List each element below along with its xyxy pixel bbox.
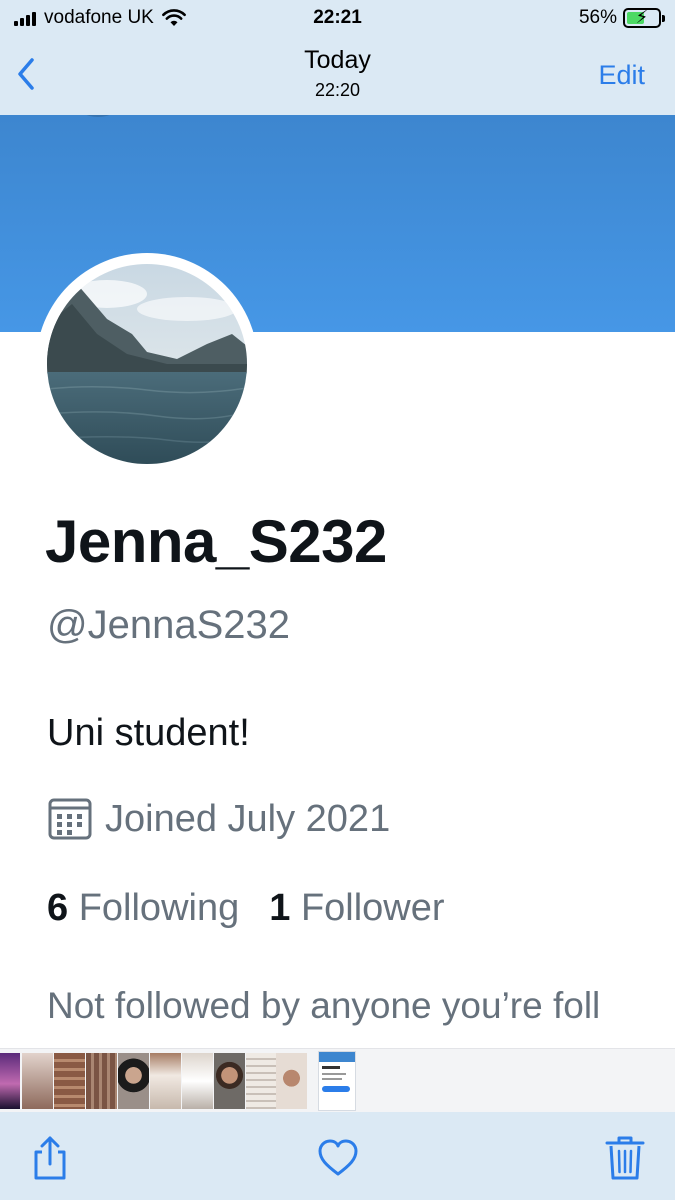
- following-count: 6: [47, 887, 69, 929]
- following-link[interactable]: 6 Following: [47, 887, 239, 930]
- not-followed-note: Not followed by anyone you’re foll: [47, 985, 601, 1026]
- profile-bio: Uni student!: [47, 712, 250, 754]
- joined-date: Joined July 2021: [47, 797, 390, 841]
- mountain-lake-avatar: [47, 264, 247, 464]
- calendar-icon: [48, 798, 92, 840]
- avatar: [36, 253, 258, 475]
- thumbnail[interactable]: [54, 1053, 85, 1109]
- nav-title: Today: [304, 46, 371, 74]
- status-bar: vodafone UK 22:21 56% ⚡︎: [0, 0, 675, 40]
- status-time: 22:21: [313, 7, 362, 28]
- thumbnail[interactable]: [246, 1053, 277, 1109]
- charging-bolt-icon: ⚡︎: [635, 7, 649, 27]
- thumbnail[interactable]: [22, 1053, 53, 1109]
- followers-label: Follower: [300, 887, 445, 929]
- battery-percent: 56%: [578, 7, 617, 28]
- thumbnail[interactable]: [118, 1053, 149, 1109]
- thumbnail[interactable]: [150, 1053, 181, 1109]
- following-label: Following: [78, 887, 240, 929]
- display-name: Jenna_S232: [45, 508, 387, 575]
- photo-viewer[interactable]: Jenna_S232 @JennaS232 Uni student! Joine…: [0, 115, 675, 1048]
- joined-label: Joined July 2021: [105, 797, 391, 840]
- navigation-bar: Today 22:20 Edit: [0, 40, 675, 115]
- nav-subtitle: 22:20: [314, 80, 361, 100]
- share-icon[interactable]: [28, 1134, 72, 1182]
- heart-icon[interactable]: [316, 1134, 360, 1182]
- edit-button[interactable]: Edit: [598, 60, 645, 91]
- followers-link[interactable]: 1 Follower: [269, 887, 444, 930]
- thumbnail[interactable]: [0, 1053, 20, 1109]
- bottom-toolbar: [0, 1112, 675, 1200]
- thumbnail[interactable]: [86, 1053, 117, 1109]
- trash-icon[interactable]: [603, 1134, 647, 1182]
- thumbnail[interactable]: [182, 1053, 213, 1109]
- follow-counts: 6 Following 1 Follower: [47, 887, 445, 930]
- top-bar: vodafone UK 22:21 56% ⚡︎ Today 22:20 Edi…: [0, 0, 675, 115]
- profile-handle: @JennaS232: [47, 603, 291, 647]
- thumbnail[interactable]: [276, 1053, 307, 1109]
- thumbnail[interactable]: [214, 1053, 245, 1109]
- thumbnail-current[interactable]: [318, 1051, 356, 1111]
- battery-charging-icon: ⚡︎: [623, 7, 665, 28]
- status-right: 56% ⚡︎: [578, 7, 665, 29]
- followers-count: 1: [269, 887, 291, 929]
- thumbnail-strip[interactable]: [0, 1048, 675, 1112]
